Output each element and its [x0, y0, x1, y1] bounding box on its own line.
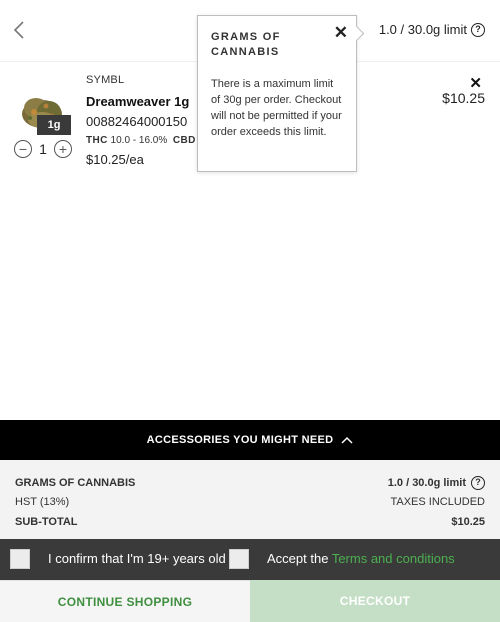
summary-row-tax: HST (13%) TAXES INCLUDED [15, 493, 485, 513]
info-icon[interactable]: ? [471, 22, 485, 37]
quantity-value: 1 [39, 141, 47, 157]
tax-value: TAXES INCLUDED [390, 496, 485, 509]
product-brand: SYMBL [86, 74, 125, 86]
accept-prefix: Accept the [267, 551, 329, 566]
thc-value: 10.0 - 16.0% [110, 135, 168, 146]
subtotal-label: SUB-TOTAL [15, 515, 78, 528]
line-price: $10.25 [442, 90, 485, 106]
close-icon[interactable]: ✕ [334, 24, 348, 41]
gram-limit-tooltip: ✕ GRAMS OF CANNABIS There is a maximum l… [197, 15, 357, 172]
product-sku: 00882464000150 [86, 114, 188, 129]
thc-label: THC [86, 135, 108, 146]
accept-terms-text: Accept the Terms and conditions [267, 551, 455, 566]
tax-label: HST (13%) [15, 496, 70, 509]
cbd-label: CBD [172, 135, 196, 146]
gram-limit-text: 1.0 / 30.0g limit [378, 22, 467, 37]
age-confirm-checkbox[interactable] [10, 549, 30, 569]
accessories-toggle[interactable]: ACCESSORIES YOU MIGHT NEED [0, 420, 500, 460]
subtotal-value: $10.25 [451, 515, 485, 528]
chevron-up-icon [341, 436, 353, 444]
terms-link[interactable]: Terms and conditions [332, 551, 455, 566]
info-icon[interactable]: ? [471, 475, 485, 490]
plus-circle-icon[interactable]: + [54, 140, 72, 158]
grams-value: 1.0 / 30.0g limit [387, 476, 466, 489]
order-summary: GRAMS OF CANNABIS 1.0 / 30.0g limit ? HS… [0, 460, 500, 539]
minus-circle-icon[interactable]: − [14, 140, 32, 158]
confirmation-bar: I confirm that I'm 19+ years old Accept … [0, 539, 500, 580]
chevron-left-icon [13, 21, 24, 39]
age-confirm-text: I confirm that I'm 19+ years old [48, 551, 226, 566]
accessories-label: ACCESSORIES YOU MIGHT NEED [146, 434, 334, 446]
continue-shopping-button[interactable]: CONTINUE SHOPPING [0, 580, 250, 622]
terms-checkbox[interactable] [229, 549, 249, 569]
back-button[interactable] [10, 18, 30, 42]
grams-label: GRAMS OF CANNABIS [15, 476, 136, 489]
tooltip-body: There is a maximum limit of 30g per orde… [211, 78, 342, 138]
summary-row-subtotal: SUB-TOTAL $10.25 [15, 512, 485, 532]
quantity-stepper: − 1 + [14, 140, 72, 158]
weight-badge: 1g [37, 115, 71, 135]
gram-limit-indicator: 1.0 / 30.0g limit ? [379, 22, 485, 37]
checkout-button[interactable]: CHECKOUT [250, 580, 500, 622]
product-name[interactable]: Dreamweaver 1g [86, 94, 189, 109]
cannabinoid-info: THC 10.0 - 16.0% CBD [86, 135, 196, 146]
summary-row-grams: GRAMS OF CANNABIS 1.0 / 30.0g limit ? [15, 473, 485, 493]
tooltip-title: GRAMS OF CANNABIS [211, 31, 281, 58]
unit-price: $10.25/ea [86, 152, 144, 167]
